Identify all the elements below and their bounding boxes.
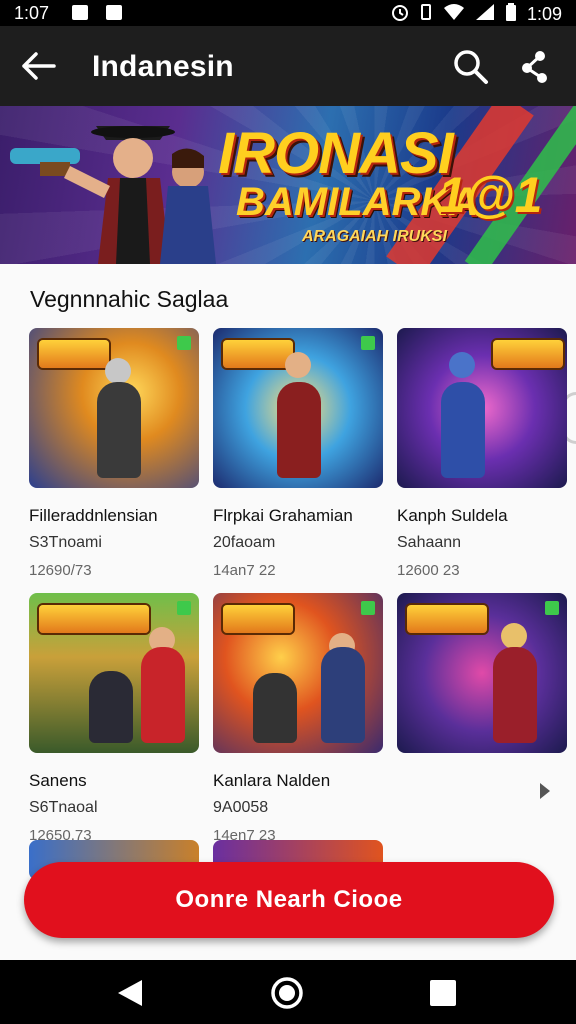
game-name: Kanph Suldela bbox=[397, 506, 508, 525]
wifi-icon bbox=[443, 3, 465, 26]
verified-badge-icon bbox=[177, 336, 191, 350]
character-figure bbox=[89, 671, 133, 743]
character-figure bbox=[441, 382, 485, 478]
game-name: Kanlara Nalden bbox=[213, 771, 331, 790]
character-head bbox=[105, 358, 131, 384]
game-subtitle: 20faoam bbox=[213, 534, 276, 551]
character-figure bbox=[277, 382, 321, 478]
verified-badge-icon bbox=[545, 601, 559, 615]
section-title: Vegnnnahic Saglaa bbox=[30, 286, 229, 312]
character-figure bbox=[141, 647, 185, 743]
game-thumbnail bbox=[397, 593, 567, 753]
promo-banner[interactable]: IRONASI BAMILARKA 1@1 ARAGAIAH IRUKSI bbox=[0, 106, 576, 264]
game-thumbnail bbox=[29, 593, 199, 753]
game-card[interactable]: Filleraddnlensian S3Tnoami 12690/73 bbox=[29, 328, 199, 579]
game-date: 12690/73 bbox=[29, 562, 92, 579]
battery-icon bbox=[505, 3, 517, 26]
status-time: 1:07 bbox=[14, 3, 50, 23]
character-head bbox=[449, 352, 475, 378]
game-card[interactable]: Flrpkai Grahamian 20faoam 14an7 22 bbox=[213, 328, 383, 579]
page-title: Indanesin bbox=[92, 50, 234, 83]
game-date: 12600 23 bbox=[397, 562, 460, 579]
alarm-icon bbox=[391, 3, 409, 26]
game-name: Flrpkai Grahamian bbox=[213, 506, 353, 525]
game-date: 14an7 22 bbox=[213, 562, 276, 579]
nav-recents-icon[interactable] bbox=[430, 980, 456, 1006]
character-figure bbox=[321, 647, 365, 743]
app-bar: Indanesin bbox=[0, 26, 576, 106]
cta-button[interactable]: Oonre Nearh Ciooe bbox=[24, 862, 554, 938]
game-subtitle: S3Tnoami bbox=[29, 534, 102, 551]
cellular-signal-icon bbox=[475, 3, 495, 26]
game-name: Filleraddnlensian bbox=[29, 506, 158, 525]
image-notification-icon bbox=[106, 5, 122, 20]
character-head bbox=[285, 352, 311, 378]
nav-home-icon[interactable] bbox=[270, 976, 304, 1010]
search-icon[interactable] bbox=[452, 48, 490, 86]
game-card[interactable]: Kanph Suldela Sahaann 12600 23 bbox=[397, 328, 567, 579]
game-logo bbox=[223, 340, 293, 368]
game-logo bbox=[493, 340, 563, 368]
game-logo bbox=[39, 605, 149, 633]
game-card[interactable]: Sanens S6Tnaoal 12650,73 bbox=[29, 593, 199, 844]
verified-badge-icon bbox=[361, 336, 375, 350]
nav-back-icon[interactable] bbox=[116, 978, 144, 1008]
game-thumbnail bbox=[213, 593, 383, 753]
banner-number: 1@1 bbox=[438, 167, 543, 223]
banner-headline: IRONASI bbox=[218, 121, 454, 186]
game-subtitle: 9A0058 bbox=[213, 799, 269, 816]
game-logo bbox=[407, 605, 487, 633]
verified-badge-icon bbox=[177, 601, 191, 615]
system-nav-bar bbox=[0, 960, 576, 1024]
game-card[interactable]: Kanlara Nalden 9A0058 14en7 23 bbox=[213, 593, 383, 844]
game-subtitle: Sahaann bbox=[397, 534, 462, 551]
game-name: Sanens bbox=[29, 771, 87, 790]
character-figure bbox=[253, 673, 297, 743]
game-thumbnail bbox=[397, 328, 567, 488]
banner-hero-illustration bbox=[10, 126, 216, 264]
banner-tagline: ARAGAIAH IRUKSI bbox=[302, 228, 447, 245]
arrow-left-icon[interactable] bbox=[20, 48, 60, 84]
character-figure bbox=[493, 647, 537, 743]
verified-badge-icon bbox=[361, 601, 375, 615]
game-list-section: Vegnnnahic Saglaa Filleraddnlensian S3Tn… bbox=[0, 264, 576, 960]
share-icon[interactable] bbox=[518, 48, 554, 86]
character-figure bbox=[97, 382, 141, 478]
vibrate-icon bbox=[419, 3, 433, 26]
character-head bbox=[501, 623, 527, 649]
status-time-right: 1:09 bbox=[526, 4, 562, 24]
mail-notification-icon bbox=[72, 5, 88, 20]
game-logo bbox=[39, 340, 109, 368]
chevron-right-icon[interactable] bbox=[538, 782, 552, 800]
game-thumbnail bbox=[29, 328, 199, 488]
status-bar: 1:07 1:09 bbox=[0, 0, 576, 26]
game-card[interactable] bbox=[397, 593, 567, 753]
game-logo bbox=[223, 605, 293, 633]
status-icons: 1:09 bbox=[391, 3, 562, 26]
game-subtitle: S6Tnaoal bbox=[29, 799, 98, 816]
game-thumbnail bbox=[213, 328, 383, 488]
